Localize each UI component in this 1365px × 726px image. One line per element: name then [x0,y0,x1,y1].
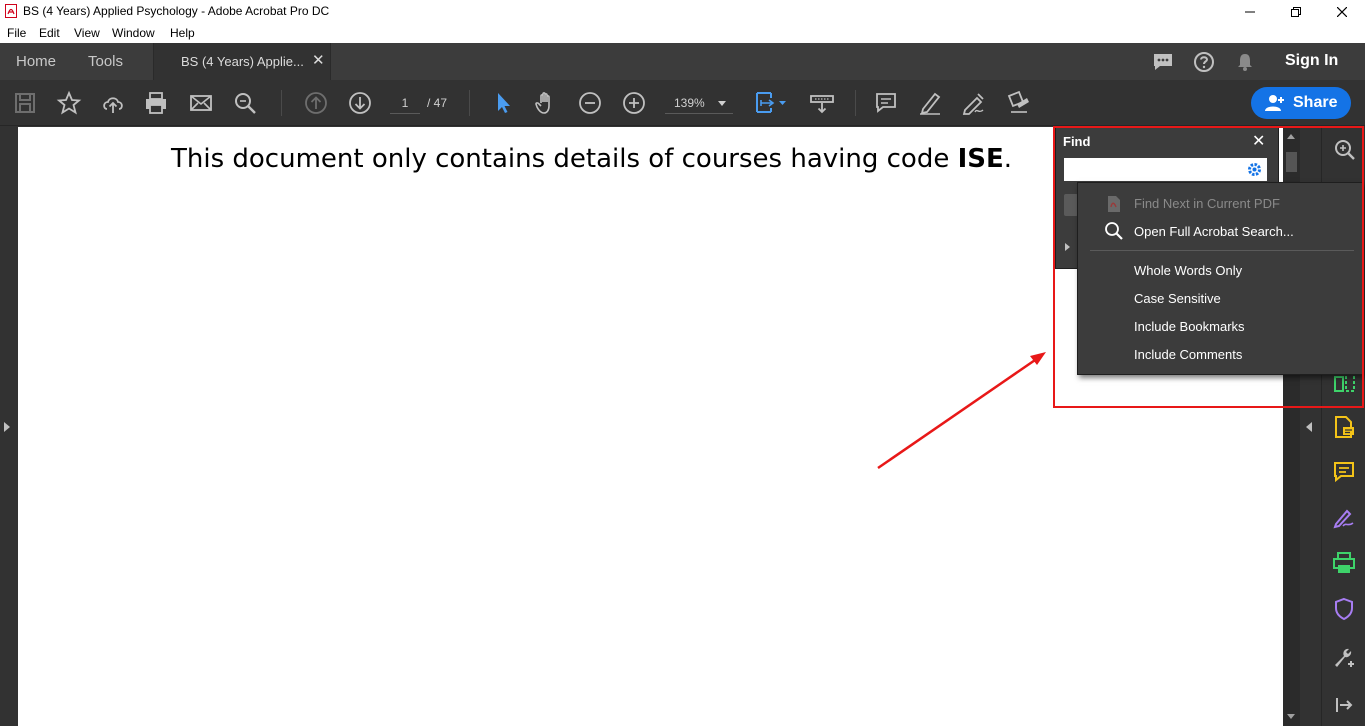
scroll-down-arrow-icon[interactable] [1287,714,1295,719]
print-button[interactable] [143,90,169,116]
minimize-icon [1245,11,1255,12]
zoom-in-button[interactable] [621,90,647,116]
protect-button[interactable] [1332,597,1356,621]
fill-and-sign-button[interactable] [1332,505,1356,529]
more-tools-button[interactable] [1332,645,1356,669]
zoom-out-button[interactable] [577,90,603,116]
share-button[interactable]: Share [1251,87,1351,119]
next-page-button[interactable] [347,90,373,116]
expand-left-panel-icon[interactable] [4,422,10,432]
menu-help[interactable]: Help [170,26,195,40]
scroll-mode-icon [810,95,834,114]
hand-icon [535,92,550,114]
bookmark-star-button[interactable] [56,90,82,116]
acrobat-app-icon [5,4,17,18]
find-icon [235,93,256,114]
collapse-right-panel-icon[interactable] [1306,422,1312,432]
star-icon [56,90,82,115]
add-person-icon [1265,95,1284,111]
tab-tools[interactable]: Tools [88,53,123,70]
annotation-arrow [877,352,1046,470]
collapse-right-icon [1336,698,1353,712]
shield-icon [1335,597,1353,621]
draw-button[interactable] [961,90,987,116]
toolbar-separator [855,90,856,116]
signature-pen-icon [1333,509,1354,529]
chat-icon[interactable] [1152,52,1174,72]
stamp-edit-icon [1007,90,1029,113]
cursor-arrow-icon [498,93,510,113]
main-toolbar: 1 / 47 139% Share [0,80,1365,126]
menu-file[interactable]: File [7,26,26,40]
menu-window[interactable]: Window [112,26,155,40]
tab-home[interactable]: Home [16,53,56,70]
save-icon [15,93,35,113]
document-text-regular: This document only contains details of c… [171,144,958,174]
restore-icon [1291,6,1301,17]
add-comment-button[interactable] [873,90,899,116]
window-title: BS (4 Years) Applied Psychology - Adobe … [23,4,330,18]
chevron-down-icon [718,101,726,106]
document-text-end: . [1003,144,1013,174]
print-icon [146,92,166,114]
window-title-bar: BS (4 Years) Applied Psychology - Adobe … [0,0,1365,23]
export-pdf-icon [1335,416,1354,438]
close-tab-icon[interactable]: ✕ [312,51,325,69]
select-tool-button[interactable] [490,90,516,116]
arrow-up-circle-icon [305,92,327,114]
help-icon[interactable] [1193,51,1215,73]
minimize-button[interactable] [1227,0,1273,23]
search-tool-button[interactable] [232,90,258,116]
pen-sign-icon [962,93,984,115]
sign-in-link[interactable]: Sign In [1285,52,1338,70]
page-total: / 47 [427,96,448,110]
arrow-down-circle-icon [349,92,371,114]
scroll-mode-button[interactable] [809,90,835,116]
highlight-annotation-box [1053,126,1364,408]
zoom-level-select[interactable]: 139% [665,92,733,114]
email-icon [190,95,212,111]
tab-bar: Home Tools BS (4 Years) Applie... ✕ Sign… [0,43,1365,80]
fit-page-icon [756,92,786,113]
cloud-upload-icon [103,97,123,113]
document-text-bold: ISE [957,144,1004,174]
collapse-tools-button[interactable] [1332,693,1356,717]
print-production-button[interactable] [1332,551,1356,575]
menu-edit[interactable]: Edit [39,26,60,40]
menu-bar: File Edit View Window Help [0,23,1365,43]
plus-circle-icon [623,92,645,114]
close-icon [1337,6,1347,17]
minus-circle-icon [579,92,601,114]
previous-page-button[interactable] [303,90,329,116]
close-window-button[interactable] [1319,0,1365,23]
highlight-button[interactable] [917,90,943,116]
document-text: This document only contains details of c… [171,144,1012,174]
comment-icon [876,93,896,113]
fill-sign-button[interactable] [1005,90,1031,116]
save-button[interactable] [12,90,38,116]
menu-view[interactable]: View [74,26,100,40]
highlighter-icon [920,92,941,115]
restore-button[interactable] [1273,0,1319,23]
print-production-icon [1333,552,1355,573]
tab-document[interactable]: BS (4 Years) Applie... ✕ [153,43,331,80]
comment-icon [1334,462,1354,483]
hand-tool-button[interactable] [533,90,559,116]
zoom-level-value: 139% [674,96,705,110]
document-tab-label: BS (4 Years) Applie... [181,54,304,69]
page-number-input[interactable]: 1 [390,92,420,114]
upload-button[interactable] [100,90,126,116]
wrench-add-icon [1335,648,1355,668]
share-label: Share [1293,94,1338,111]
comment-tool-button[interactable] [1332,460,1356,484]
export-pdf-button[interactable] [1332,415,1356,439]
toolbar-separator [469,90,470,116]
page-fit-button[interactable] [753,90,789,116]
email-button[interactable] [188,90,214,116]
toolbar-separator [281,90,282,116]
notification-bell-icon[interactable] [1235,52,1255,72]
